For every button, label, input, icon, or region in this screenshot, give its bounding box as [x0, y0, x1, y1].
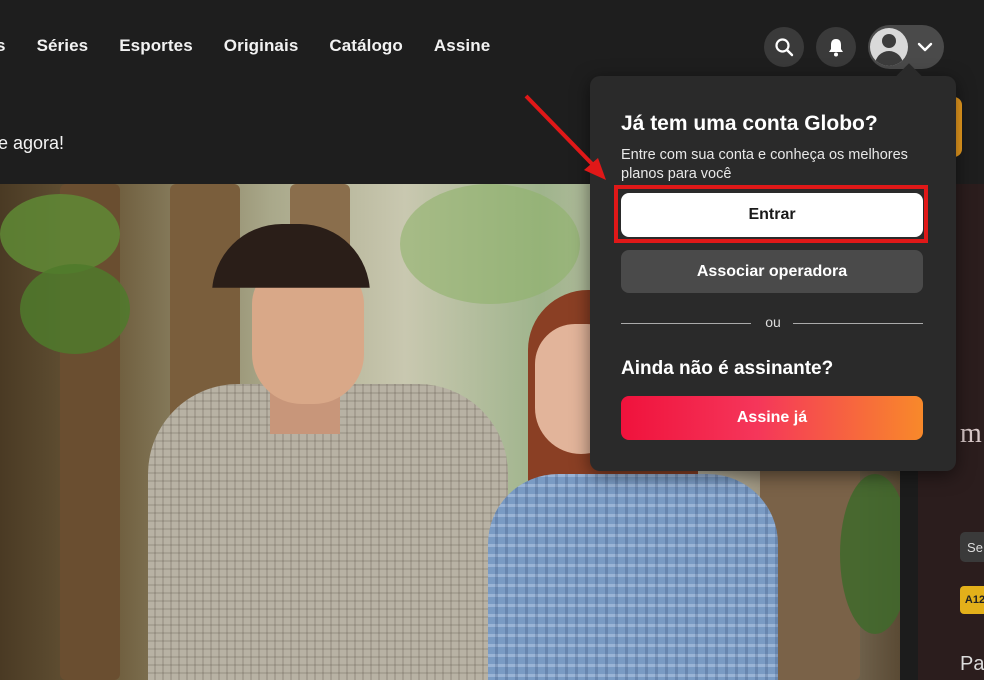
bell-icon	[829, 39, 843, 57]
side-badge: Se	[960, 532, 984, 562]
search-icon	[775, 38, 794, 57]
foliage	[0, 194, 120, 274]
foliage	[400, 184, 580, 304]
subscribe-button[interactable]: Assine já	[621, 396, 923, 440]
age-rating-badge: A12	[960, 586, 984, 614]
divider	[793, 323, 923, 324]
side-title-fragment: m	[960, 418, 982, 449]
main-nav: s Séries Esportes Originais Catálogo Ass…	[0, 36, 521, 56]
side-text-fragment: Pa	[960, 653, 984, 675]
divider	[621, 323, 751, 324]
foliage	[20, 264, 130, 354]
promo-text: e agora!	[0, 133, 65, 153]
account-dropdown: Já tem uma conta Globo? Entre com sua co…	[590, 76, 956, 471]
nav-item-esportes[interactable]: Esportes	[119, 36, 193, 56]
associate-operator-button[interactable]: Associar operadora	[621, 250, 923, 293]
nav-item-partial[interactable]: s	[0, 36, 6, 56]
login-prompt-subtitle: Entre com sua conta e conheça os melhore…	[621, 147, 908, 182]
or-label: ou	[765, 314, 781, 330]
subscribe-prompt-title: Ainda não é assinante?	[621, 358, 834, 379]
account-menu-button[interactable]	[868, 25, 944, 69]
nav-item-assine[interactable]: Assine	[434, 36, 490, 56]
search-button[interactable]	[764, 27, 804, 67]
nav-item-originais[interactable]: Originais	[224, 36, 299, 56]
chevron-down-icon	[917, 42, 933, 52]
nav-item-catalogo[interactable]: Catálogo	[329, 36, 403, 56]
annotation-highlight-box	[614, 185, 928, 243]
notifications-button[interactable]	[816, 27, 856, 67]
nav-item-series[interactable]: Séries	[37, 36, 89, 56]
login-prompt-title: Já tem uma conta Globo?	[621, 112, 878, 135]
user-avatar-icon	[870, 28, 908, 66]
